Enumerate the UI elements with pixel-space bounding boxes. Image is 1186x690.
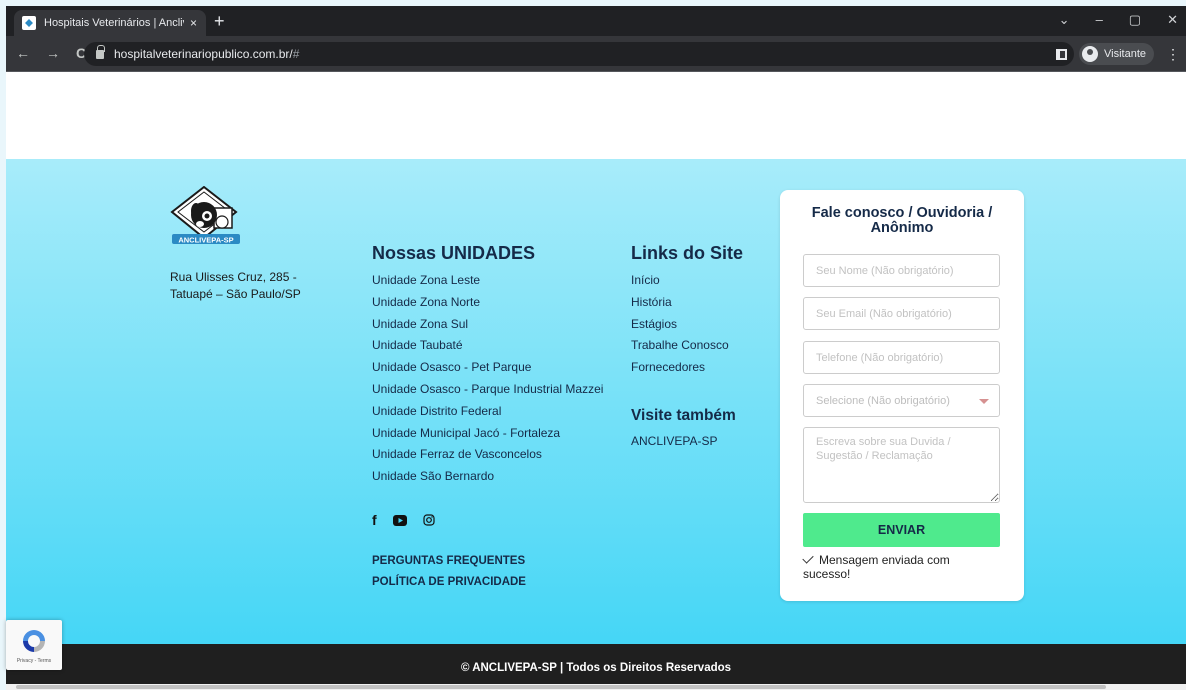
address-line-2: Tatuapé – São Paulo/SP	[170, 287, 301, 301]
svg-text:ANCLIVEPA-SP: ANCLIVEPA-SP	[178, 236, 233, 245]
subject-select-value: Selecione (Não obrigatório)	[816, 394, 950, 407]
recaptcha-terms-link[interactable]: Privacy - Terms	[6, 658, 62, 664]
visite-heading: Visite também	[631, 407, 736, 424]
links-heading: Links do Site	[631, 243, 744, 263]
tab-title: Hospitais Veterinários | Anclivepa	[44, 17, 184, 29]
profile-label: Visitante	[1104, 48, 1146, 60]
send-button[interactable]: ENVIAR	[803, 513, 1000, 547]
recaptcha-badge[interactable]: Privacy - Terms	[6, 620, 62, 670]
nav-buttons: ← → C	[16, 45, 86, 61]
horizontal-scrollbar[interactable]	[6, 684, 1186, 690]
unidades-list: Unidade Zona Leste Unidade Zona Norte Un…	[372, 270, 603, 488]
minimize-icon[interactable]: –	[1096, 12, 1103, 28]
caret-down-icon	[979, 399, 989, 404]
tab-search-icon[interactable]: ⌄	[1059, 12, 1070, 28]
address-bar[interactable]: hospitalveterinariopublico.com.br/#	[84, 42, 1074, 66]
phone-input[interactable]	[803, 341, 1000, 374]
window-controls: ⌄ – ▢ ✕	[1059, 12, 1178, 28]
unidade-link[interactable]: Unidade Zona Leste	[372, 270, 603, 292]
anclivepa-logo[interactable]: ANCLIVEPA-SP	[170, 185, 250, 250]
youtube-icon[interactable]	[392, 514, 407, 526]
address-line-1: Rua Ulisses Cruz, 285 -	[170, 270, 297, 284]
facebook-icon[interactable]: f	[372, 512, 377, 528]
site-favicon-icon	[22, 16, 36, 30]
form-title: Fale conosco / Ouvidoria / Anônimo	[811, 205, 993, 236]
success-message: Mensagem enviada com sucesso!	[802, 552, 950, 581]
unidade-link[interactable]: Unidade Ferraz de Vasconcelos	[372, 444, 603, 466]
unidade-link[interactable]: Unidade Municipal Jacó - Fortaleza	[372, 423, 603, 445]
lock-icon[interactable]	[96, 44, 105, 59]
recaptcha-icon	[23, 630, 45, 652]
close-window-icon[interactable]: ✕	[1167, 12, 1178, 28]
browser-toolbar: ← → C hospitalveterinariopublico.com.br/…	[6, 36, 1186, 72]
tab-close-icon[interactable]: ×	[190, 16, 197, 30]
unidade-link[interactable]: Unidade Osasco - Pet Parque	[372, 357, 603, 379]
privacy-policy-link[interactable]: POLÍTICA DE PRIVACIDADE	[372, 572, 526, 593]
toolbar-right: Visitante ⋮	[1056, 43, 1180, 65]
instagram-icon[interactable]	[423, 514, 435, 526]
unidades-heading: Nossas UNIDADES	[372, 243, 536, 263]
side-panel-icon[interactable]	[1056, 48, 1067, 60]
unidade-link[interactable]: Unidade São Bernardo	[372, 466, 603, 488]
back-icon[interactable]: ←	[16, 45, 30, 61]
url-text: hospitalveterinariopublico.com.br/#	[114, 47, 300, 61]
faq-link[interactable]: PERGUNTAS FREQUENTES	[372, 551, 526, 572]
contact-form: Fale conosco / Ouvidoria / Anônimo Selec…	[780, 190, 1024, 601]
browser-tab-bar: Hospitais Veterinários | Anclivepa × + ⌄…	[6, 6, 1186, 36]
site-footer: ANCLIVEPA-SP Rua Ulisses Cruz, 285 - Tat…	[6, 159, 1186, 644]
unidade-link[interactable]: Unidade Zona Norte	[372, 292, 603, 314]
social-links: f	[372, 512, 435, 528]
links-list: Início História Estágios Trabalhe Conosc…	[631, 270, 729, 379]
unidade-link[interactable]: Unidade Taubaté	[372, 335, 603, 357]
unidade-link[interactable]: Unidade Distrito Federal	[372, 401, 603, 423]
profile-avatar-icon	[1082, 46, 1098, 62]
site-link-fornecedores[interactable]: Fornecedores	[631, 357, 729, 379]
site-link-trabalhe-conosco[interactable]: Trabalhe Conosco	[631, 335, 729, 357]
page-viewport: ANCLIVEPA-SP Rua Ulisses Cruz, 285 - Tat…	[6, 72, 1186, 684]
browser-tab[interactable]: Hospitais Veterinários | Anclivepa ×	[14, 10, 206, 36]
subject-select[interactable]: Selecione (Não obrigatório)	[803, 384, 1000, 417]
new-tab-button[interactable]: +	[214, 12, 225, 30]
site-link-historia[interactable]: História	[631, 292, 729, 314]
company-address: Rua Ulisses Cruz, 285 - Tatuapé – São Pa…	[170, 269, 301, 303]
copyright-bar: © ANCLIVEPA-SP | Todos os Direitos Reser…	[6, 644, 1186, 684]
restore-icon[interactable]: ▢	[1129, 12, 1141, 28]
forward-icon[interactable]: →	[46, 45, 60, 61]
unidade-link[interactable]: Unidade Osasco - Parque Industrial Mazze…	[372, 379, 603, 401]
checkmark-icon	[802, 552, 814, 564]
extra-links: PERGUNTAS FREQUENTES POLÍTICA DE PRIVACI…	[372, 551, 526, 593]
name-input[interactable]	[803, 254, 1000, 287]
unidade-link[interactable]: Unidade Zona Sul	[372, 314, 603, 336]
visite-list: ANCLIVEPA-SP	[631, 431, 717, 453]
site-link-inicio[interactable]: Início	[631, 270, 729, 292]
email-input[interactable]	[803, 297, 1000, 330]
logo-graphic-icon: ANCLIVEPA-SP	[170, 185, 240, 245]
scrollbar-thumb[interactable]	[16, 685, 1106, 689]
profile-button[interactable]: Visitante	[1079, 43, 1154, 65]
anclivepa-sp-link[interactable]: ANCLIVEPA-SP	[631, 431, 717, 453]
site-link-estagios[interactable]: Estágios	[631, 314, 729, 336]
message-textarea[interactable]	[803, 427, 1000, 503]
menu-kebab-icon[interactable]: ⋮	[1166, 46, 1180, 63]
